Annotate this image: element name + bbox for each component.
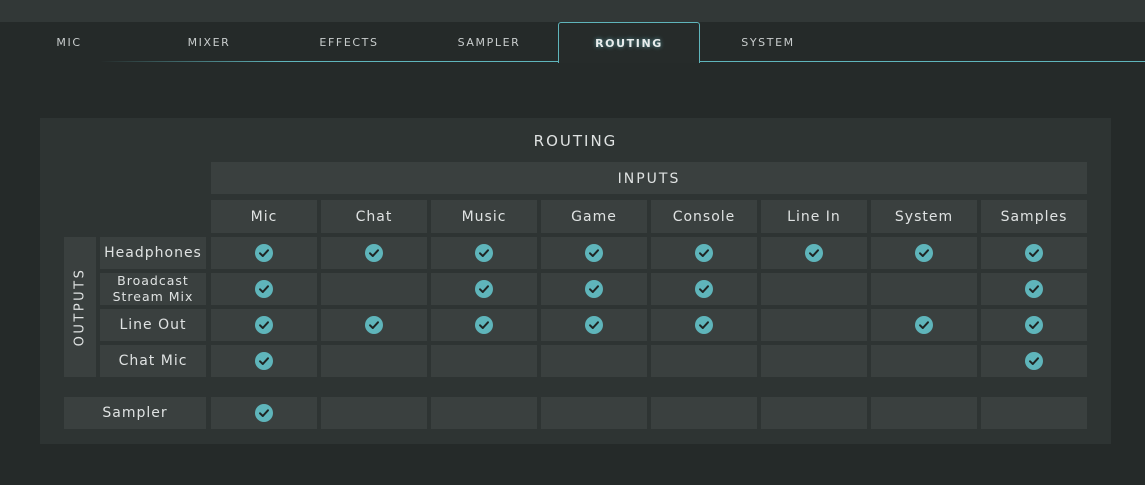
route-cell-broadcast-stream-mix-console[interactable] <box>651 273 757 305</box>
check-circle-icon <box>1025 244 1043 262</box>
tab-system[interactable]: SYSTEM <box>723 22 813 62</box>
route-cell-line-out-console[interactable] <box>651 309 757 341</box>
route-cell-chat-mic-mic[interactable] <box>211 345 317 377</box>
check-circle-icon <box>255 352 273 370</box>
route-cell-broadcast-stream-mix-line-in[interactable] <box>761 273 867 305</box>
route-cell-chat-mic-samples[interactable] <box>981 345 1087 377</box>
route-cell-chat-mic-system[interactable] <box>871 345 977 377</box>
route-cell-sampler-console[interactable] <box>651 397 757 429</box>
route-cell-chat-mic-game[interactable] <box>541 345 647 377</box>
check-circle-icon <box>585 280 603 298</box>
outputs-label: OUTPUTS <box>72 267 88 347</box>
route-cell-line-out-game[interactable] <box>541 309 647 341</box>
check-circle-icon <box>475 280 493 298</box>
route-cell-sampler-music[interactable] <box>431 397 537 429</box>
route-cell-sampler-game[interactable] <box>541 397 647 429</box>
route-cell-broadcast-stream-mix-system[interactable] <box>871 273 977 305</box>
tab-underline-left <box>100 61 558 62</box>
route-cell-line-out-chat[interactable] <box>321 309 427 341</box>
input-header-chat: Chat <box>321 200 427 233</box>
route-cell-broadcast-stream-mix-game[interactable] <box>541 273 647 305</box>
tab-effects[interactable]: EFFECTS <box>303 22 395 62</box>
route-cell-chat-mic-line-in[interactable] <box>761 345 867 377</box>
check-circle-icon <box>255 316 273 334</box>
route-cell-line-out-line-in[interactable] <box>761 309 867 341</box>
input-header-mic: Mic <box>211 200 317 233</box>
route-cell-sampler-line-in[interactable] <box>761 397 867 429</box>
check-circle-icon <box>475 244 493 262</box>
route-cell-chat-mic-music[interactable] <box>431 345 537 377</box>
tab-routing[interactable]: ROUTING <box>558 22 700 63</box>
tab-mic[interactable]: MIC <box>38 22 100 62</box>
panel-title: ROUTING <box>533 132 618 150</box>
check-circle-icon <box>255 404 273 422</box>
routing-panel: ROUTING INPUTS OUTPUTS Mic Chat Music Game C… <box>40 118 1111 444</box>
check-circle-icon <box>585 316 603 334</box>
check-circle-icon <box>805 244 823 262</box>
input-header-console: Console <box>651 200 757 233</box>
check-circle-icon <box>915 244 933 262</box>
top-bar <box>0 0 1145 22</box>
route-cell-line-out-system[interactable] <box>871 309 977 341</box>
route-cell-headphones-game[interactable] <box>541 237 647 269</box>
output-label-headphones: Headphones <box>100 237 206 269</box>
tab-mixer[interactable]: MIXER <box>168 22 250 62</box>
tab-sampler[interactable]: SAMPLER <box>443 22 535 62</box>
route-cell-headphones-console[interactable] <box>651 237 757 269</box>
route-cell-line-out-music[interactable] <box>431 309 537 341</box>
route-cell-broadcast-stream-mix-samples[interactable] <box>981 273 1087 305</box>
check-circle-icon <box>1025 280 1043 298</box>
route-cell-sampler-mic[interactable] <box>211 397 317 429</box>
check-circle-icon <box>585 244 603 262</box>
route-cell-headphones-music[interactable] <box>431 237 537 269</box>
route-cell-headphones-mic[interactable] <box>211 237 317 269</box>
output-label-sampler: Sampler <box>64 397 206 429</box>
route-cell-headphones-line-in[interactable] <box>761 237 867 269</box>
route-cell-chat-mic-console[interactable] <box>651 345 757 377</box>
input-header-system: System <box>871 200 977 233</box>
route-cell-broadcast-stream-mix-chat[interactable] <box>321 273 427 305</box>
route-cell-sampler-chat[interactable] <box>321 397 427 429</box>
route-cell-headphones-samples[interactable] <box>981 237 1087 269</box>
input-header-music: Music <box>431 200 537 233</box>
check-circle-icon <box>915 316 933 334</box>
output-label-line-out: Line Out <box>100 309 206 341</box>
outputs-header: OUTPUTS <box>64 237 96 377</box>
route-cell-headphones-chat[interactable] <box>321 237 427 269</box>
check-circle-icon <box>475 316 493 334</box>
check-circle-icon <box>695 244 713 262</box>
input-header-game: Game <box>541 200 647 233</box>
route-cell-headphones-system[interactable] <box>871 237 977 269</box>
check-circle-icon <box>1025 352 1043 370</box>
input-header-samples: Samples <box>981 200 1087 233</box>
check-circle-icon <box>255 244 273 262</box>
output-label-chat-mic: Chat Mic <box>100 345 206 377</box>
output-label-broadcast-stream-mix: Broadcast Stream Mix <box>100 273 206 305</box>
check-circle-icon <box>255 280 273 298</box>
route-cell-sampler-samples[interactable] <box>981 397 1087 429</box>
input-header-line-in: Line In <box>761 200 867 233</box>
route-cell-sampler-system[interactable] <box>871 397 977 429</box>
route-cell-broadcast-stream-mix-mic[interactable] <box>211 273 317 305</box>
check-circle-icon <box>1025 316 1043 334</box>
route-cell-chat-mic-chat[interactable] <box>321 345 427 377</box>
check-circle-icon <box>365 316 383 334</box>
tab-underline-right <box>699 61 1145 62</box>
check-circle-icon <box>695 280 713 298</box>
route-cell-line-out-samples[interactable] <box>981 309 1087 341</box>
route-cell-broadcast-stream-mix-music[interactable] <box>431 273 537 305</box>
inputs-header: INPUTS <box>211 162 1087 194</box>
check-circle-icon <box>365 244 383 262</box>
route-cell-line-out-mic[interactable] <box>211 309 317 341</box>
tab-bar: MIC MIXER EFFECTS SAMPLER ROUTING SYSTEM <box>0 22 1145 64</box>
check-circle-icon <box>695 316 713 334</box>
